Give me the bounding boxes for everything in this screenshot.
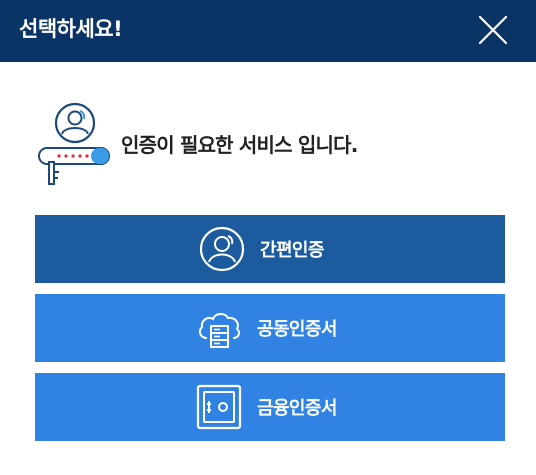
joint-certificate-label: 공동인증서 <box>257 319 337 340</box>
joint-certificate-button[interactable]: 공동인증서 <box>35 294 505 362</box>
dialog-title: 선택하세요! <box>19 17 123 41</box>
financial-certificate-label: 금융인증서 <box>257 398 337 419</box>
certificate-selection-dialog: 선택하세요! 인증이 필요한 서비스 입니다. 간편인증 공동인증서 금융인증서 <box>0 0 536 475</box>
auth-required-notice: 인증이 필요한 서비스 입니다. <box>35 102 505 186</box>
dialog-header: 선택하세요! <box>0 0 536 62</box>
simple-auth-label: 간편인증 <box>260 240 324 261</box>
cloud-server-icon <box>198 313 241 348</box>
user-circle-icon <box>199 226 245 272</box>
auth-required-text: 인증이 필요한 서비스 입니다. <box>121 133 358 157</box>
safe-icon <box>196 384 242 430</box>
close-icon <box>478 15 508 45</box>
close-button[interactable] <box>478 15 508 45</box>
user-key-icon <box>38 102 110 185</box>
simple-auth-button[interactable]: 간편인증 <box>35 215 505 283</box>
financial-certificate-button[interactable]: 금융인증서 <box>35 373 505 441</box>
